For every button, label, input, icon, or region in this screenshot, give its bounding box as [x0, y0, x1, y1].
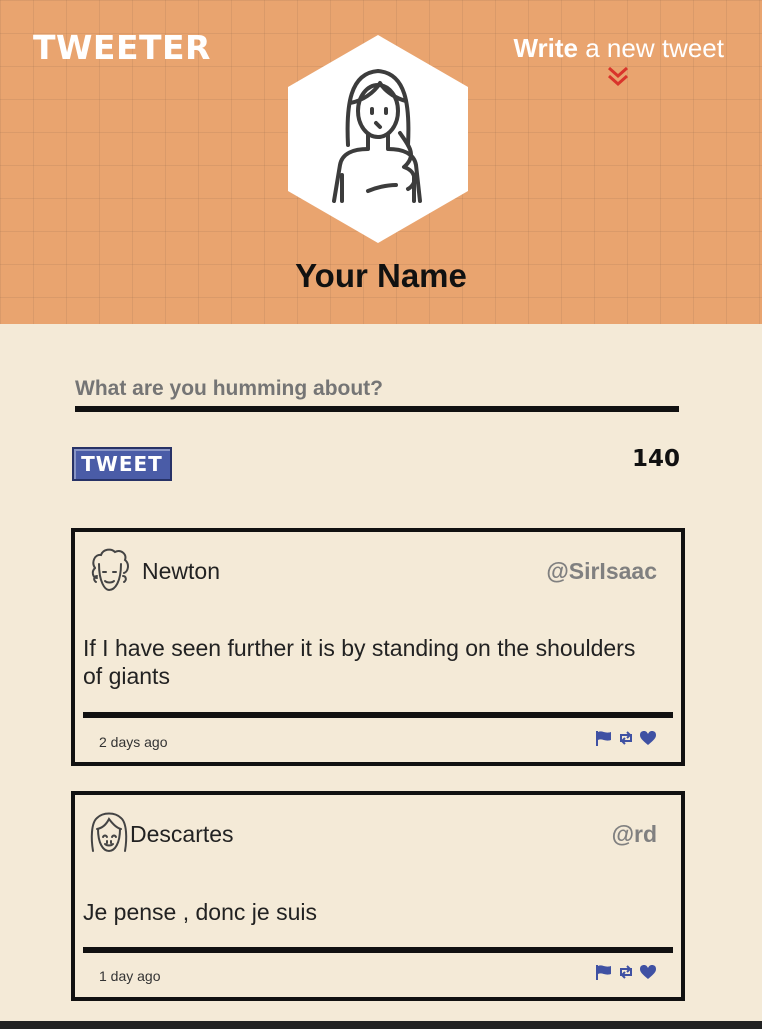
- compose-link-rest: a new tweet: [578, 33, 724, 63]
- write-new-tweet-link[interactable]: Write a new tweet: [513, 33, 724, 64]
- tweet-timestamp: 1 day ago: [99, 968, 161, 984]
- heart-icon[interactable]: [639, 730, 657, 746]
- tweet-author: Descartes: [130, 821, 234, 847]
- tweet-divider: [83, 712, 673, 718]
- bottom-bar: [0, 1021, 762, 1029]
- compose-link-strong: Write: [513, 33, 579, 63]
- tweet-card: Descartes @rd Je pense , donc je suis 1 …: [71, 791, 685, 1001]
- tweet-timestamp: 2 days ago: [99, 734, 168, 750]
- heart-icon[interactable]: [639, 964, 657, 980]
- character-counter: 140: [631, 446, 680, 472]
- user-name: Your Name: [295, 257, 467, 294]
- tweet-handle[interactable]: @SirIsaac: [546, 558, 657, 585]
- chevron-down-icon[interactable]: [607, 66, 629, 88]
- tweet-input[interactable]: [75, 372, 679, 412]
- tweet-author: Newton: [142, 558, 220, 584]
- retweet-icon[interactable]: [617, 730, 635, 746]
- descartes-avatar-icon: [90, 812, 128, 853]
- flag-icon[interactable]: [595, 964, 613, 980]
- tweet-actions: [595, 730, 657, 746]
- profile-avatar: [288, 35, 468, 243]
- retweet-icon[interactable]: [617, 964, 635, 980]
- tweet-text: Je pense , donc je suis: [83, 899, 317, 925]
- tweet-divider: [83, 947, 673, 953]
- flag-icon[interactable]: [595, 730, 613, 746]
- brand-logo[interactable]: TWEETER: [33, 28, 211, 67]
- tweet-card: Newton @SirIsaac If I have seen further …: [71, 528, 685, 766]
- tweet-actions: [595, 964, 657, 980]
- page-header: TWEETER Write a new tweet Your Name: [0, 0, 762, 324]
- newton-avatar-icon: [91, 548, 129, 592]
- tweet-handle[interactable]: @rd: [612, 821, 657, 848]
- tweet-button[interactable]: TWEET: [72, 447, 172, 481]
- tweet-text: If I have seen further it is by standing…: [83, 635, 636, 689]
